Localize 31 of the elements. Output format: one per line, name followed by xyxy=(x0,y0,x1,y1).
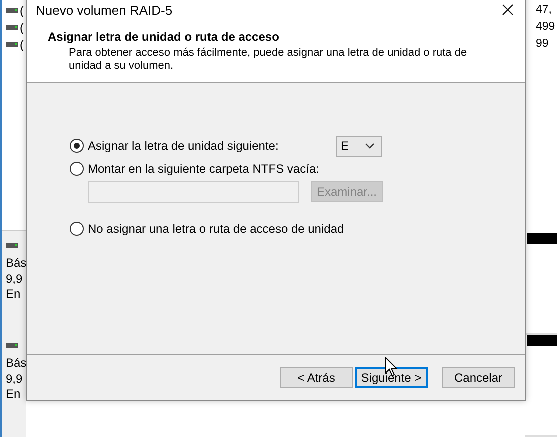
volume-header-bar xyxy=(527,233,557,244)
radio-option[interactable]: Asignar la letra de unidad siguiente: xyxy=(70,139,336,153)
volume-header-bar xyxy=(527,335,557,346)
capacity-text: 47, xyxy=(535,3,553,18)
disk-label: ( xyxy=(20,38,24,52)
wizard-button[interactable]: < Atrás xyxy=(280,367,353,388)
disk-info-text: Bás xyxy=(6,356,26,372)
drive-icon xyxy=(6,8,18,13)
window-title: Nuevo volumen RAID-5 xyxy=(36,2,173,18)
drive-icon xyxy=(6,42,18,47)
page-heading: Asignar letra de unidad o ruta de acceso xyxy=(48,30,280,44)
disk-info-text: En xyxy=(6,287,22,302)
drive-icon xyxy=(6,343,18,348)
radio-option[interactable]: Montar en la siguiente carpeta NTFS vacía: xyxy=(70,162,336,176)
capacity-text: 499 xyxy=(535,20,556,35)
close-icon[interactable] xyxy=(502,4,514,16)
chevron-down-icon xyxy=(365,143,375,149)
disk-info-text: En xyxy=(6,387,22,402)
disk-info-text: Bás xyxy=(6,256,26,272)
page-description: Para obtener acceso más fácilmente, puede asignar una letra de unidad o ruta de unidad a su volumen. xyxy=(68,46,468,73)
wizard-button[interactable]: Cancelar xyxy=(442,367,515,388)
disk-label: ( xyxy=(20,4,24,18)
disk-info-text: 9,9 xyxy=(6,272,24,287)
radio-option[interactable]: No asignar una letra o ruta de acceso de unidad xyxy=(70,222,344,236)
wizard-button[interactable]: Siguiente > xyxy=(355,367,428,388)
drive-icon xyxy=(6,25,18,30)
disk-label: ( xyxy=(20,20,24,34)
disk-info-text: 9,9 xyxy=(6,372,24,387)
drive-icon xyxy=(6,243,18,248)
capacity-text: 99 xyxy=(535,37,550,52)
drive-letter-dropdown[interactable]: E xyxy=(336,136,382,156)
